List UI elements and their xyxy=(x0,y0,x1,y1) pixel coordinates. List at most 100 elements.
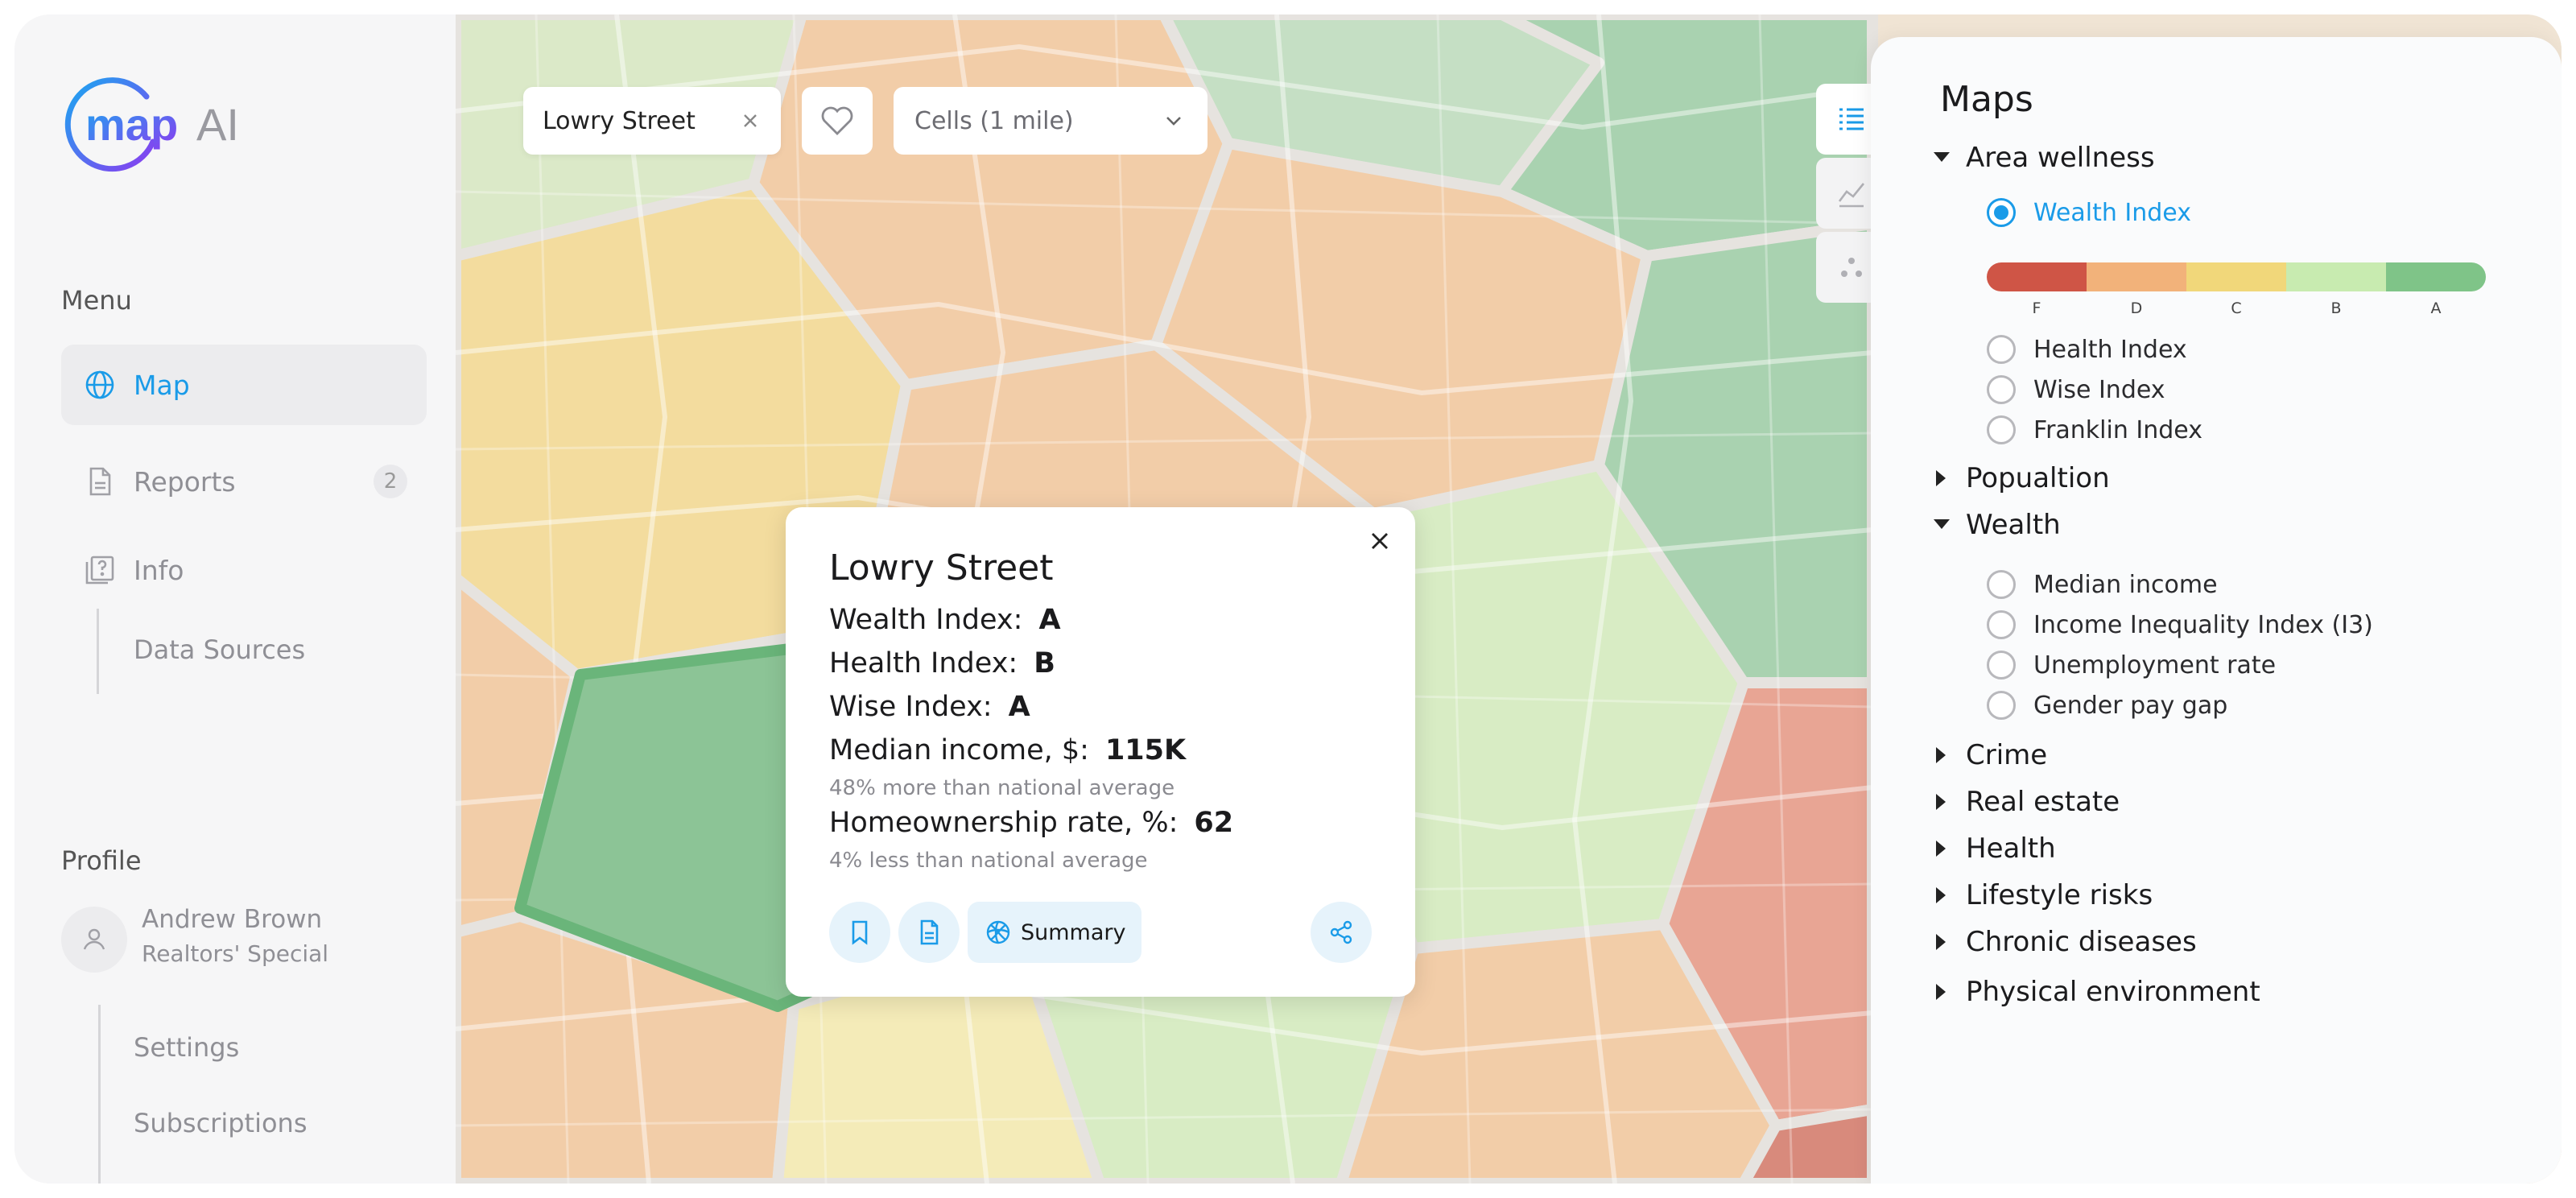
wealth-index-row: Wealth Index: A xyxy=(829,604,1061,636)
row-value: A xyxy=(1008,691,1030,723)
bookmark-button[interactable] xyxy=(829,902,890,963)
list-icon xyxy=(1839,108,1864,130)
panel-title: Maps xyxy=(1940,79,2033,120)
option-health-index[interactable]: Health Index xyxy=(1987,335,2187,364)
radio[interactable] xyxy=(1987,691,2016,720)
radio[interactable] xyxy=(1987,415,2016,444)
grade-label: A xyxy=(2430,300,2442,317)
row-label: Wise Index: xyxy=(829,691,993,723)
caret-right-icon xyxy=(1932,792,1951,812)
profile-title: Profile xyxy=(61,845,142,876)
report-button[interactable] xyxy=(898,902,960,963)
grade-scale-bar xyxy=(1987,262,2486,291)
section-label: Lifestyle risks xyxy=(1966,879,2153,911)
section-population[interactable]: Popualtion xyxy=(1932,462,2110,494)
share-icon xyxy=(1330,920,1352,944)
row-label: Health Index: xyxy=(829,647,1018,680)
option-label: Unemployment rate xyxy=(2033,651,2277,680)
option-label: Wealth Index xyxy=(2033,198,2191,227)
row-value: A xyxy=(1038,604,1061,636)
section-label: Wealth xyxy=(1966,509,2061,541)
option-franklin-index[interactable]: Franklin Index xyxy=(1987,415,2202,444)
section-wealth[interactable]: Wealth xyxy=(1932,509,2061,541)
search-input[interactable]: Lowry Street xyxy=(523,87,781,155)
bookmark-icon xyxy=(852,920,868,945)
radio-selected[interactable] xyxy=(1987,198,2016,227)
share-button[interactable] xyxy=(1311,902,1372,963)
document-icon xyxy=(920,919,939,945)
section-physical-environment[interactable]: Physical environment xyxy=(1932,976,2260,1008)
radio[interactable] xyxy=(1987,651,2016,680)
sidebar-subitem-data-sources[interactable]: Data Sources xyxy=(134,634,305,665)
median-income-note: 48% more than national average xyxy=(829,776,1175,800)
section-lifestyle-risks[interactable]: Lifestyle risks xyxy=(1932,879,2153,911)
sidebar-item-label: Map xyxy=(134,369,190,401)
option-unemployment-rate[interactable]: Unemployment rate xyxy=(1987,651,2276,680)
option-income-inequality[interactable]: Income Inequality Index (I3) xyxy=(1987,610,2373,639)
close-icon[interactable] xyxy=(1364,525,1396,557)
section-label: Health xyxy=(1966,832,2056,865)
caret-down-icon xyxy=(1932,148,1951,167)
sidebar-subitem-settings[interactable]: Settings xyxy=(134,1032,239,1063)
user-icon xyxy=(83,928,105,950)
chart-icon xyxy=(1838,183,1865,208)
section-chronic-diseases[interactable]: Chronic diseases xyxy=(1932,926,2197,958)
sidebar-item-map[interactable]: Map xyxy=(61,345,427,425)
info-book-icon xyxy=(82,552,118,588)
caret-right-icon xyxy=(1932,982,1951,1002)
section-health[interactable]: Health xyxy=(1932,832,2056,865)
option-median-income[interactable]: Median income xyxy=(1987,570,2218,599)
row-label: Median income, $: xyxy=(829,734,1089,766)
favorite-button[interactable] xyxy=(802,87,873,155)
option-gender-pay-gap[interactable]: Gender pay gap xyxy=(1987,691,2227,720)
cells-select-value: Cells (1 mile) xyxy=(914,106,1074,135)
summary-label: Summary xyxy=(1021,919,1126,945)
search-value: Lowry Street xyxy=(543,106,696,135)
app-window: map AI Menu Map Reports 2 Info Data Sour… xyxy=(14,14,2562,1184)
caret-right-icon xyxy=(1932,469,1951,488)
avatar[interactable] xyxy=(61,907,127,973)
sidebar-item-label: Info xyxy=(134,554,184,586)
profile-submenu-line xyxy=(98,1005,101,1184)
sidebar-subitem-subscriptions[interactable]: Subscriptions xyxy=(134,1108,308,1138)
row-label: Wealth Index: xyxy=(829,604,1023,636)
section-area-wellness[interactable]: Area wellness xyxy=(1932,142,2155,174)
profile-role: Realtors' Special xyxy=(142,940,329,967)
grade-d-segment xyxy=(2087,262,2186,291)
summary-button[interactable]: Summary xyxy=(968,902,1142,963)
row-label: Homeownership rate, %: xyxy=(829,807,1179,839)
grade-label: C xyxy=(2231,300,2242,317)
mapai-logo[interactable]: map AI xyxy=(58,71,267,176)
section-label: Chronic diseases xyxy=(1966,926,2197,958)
svg-text:AI: AI xyxy=(196,99,239,150)
row-value: 62 xyxy=(1194,807,1234,839)
radio[interactable] xyxy=(1987,570,2016,599)
caret-right-icon xyxy=(1932,932,1951,952)
popup-actions: Summary xyxy=(829,902,1142,963)
radio[interactable] xyxy=(1987,375,2016,404)
section-label: Real estate xyxy=(1966,786,2120,818)
option-label: Health Index xyxy=(2033,335,2187,364)
grade-c-segment xyxy=(2186,262,2286,291)
submenu-line xyxy=(97,609,99,694)
caret-right-icon xyxy=(1932,886,1951,905)
option-wealth-index[interactable]: Wealth Index xyxy=(1987,198,2191,227)
option-wise-index[interactable]: Wise Index xyxy=(1987,375,2165,404)
section-crime[interactable]: Crime xyxy=(1932,739,2047,771)
sidebar-item-info[interactable]: Info xyxy=(61,530,427,610)
sidebar-item-reports[interactable]: Reports 2 xyxy=(61,441,427,522)
cell-info-popup: Lowry Street Wealth Index: A Health Index… xyxy=(786,507,1415,997)
health-index-row: Health Index: B xyxy=(829,647,1055,680)
cells-select[interactable]: Cells (1 mile) xyxy=(894,87,1208,155)
chevron-down-icon xyxy=(1166,117,1181,126)
section-real-estate[interactable]: Real estate xyxy=(1932,786,2120,818)
section-label: Popualtion xyxy=(1966,462,2110,494)
sidebar-item-label: Reports xyxy=(134,465,236,498)
radio[interactable] xyxy=(1987,610,2016,639)
caret-right-icon xyxy=(1932,839,1951,858)
grade-label: D xyxy=(2130,300,2143,317)
grade-label: B xyxy=(2330,300,2342,317)
radio[interactable] xyxy=(1987,335,2016,364)
document-icon xyxy=(82,464,118,499)
clear-icon[interactable] xyxy=(737,108,763,134)
